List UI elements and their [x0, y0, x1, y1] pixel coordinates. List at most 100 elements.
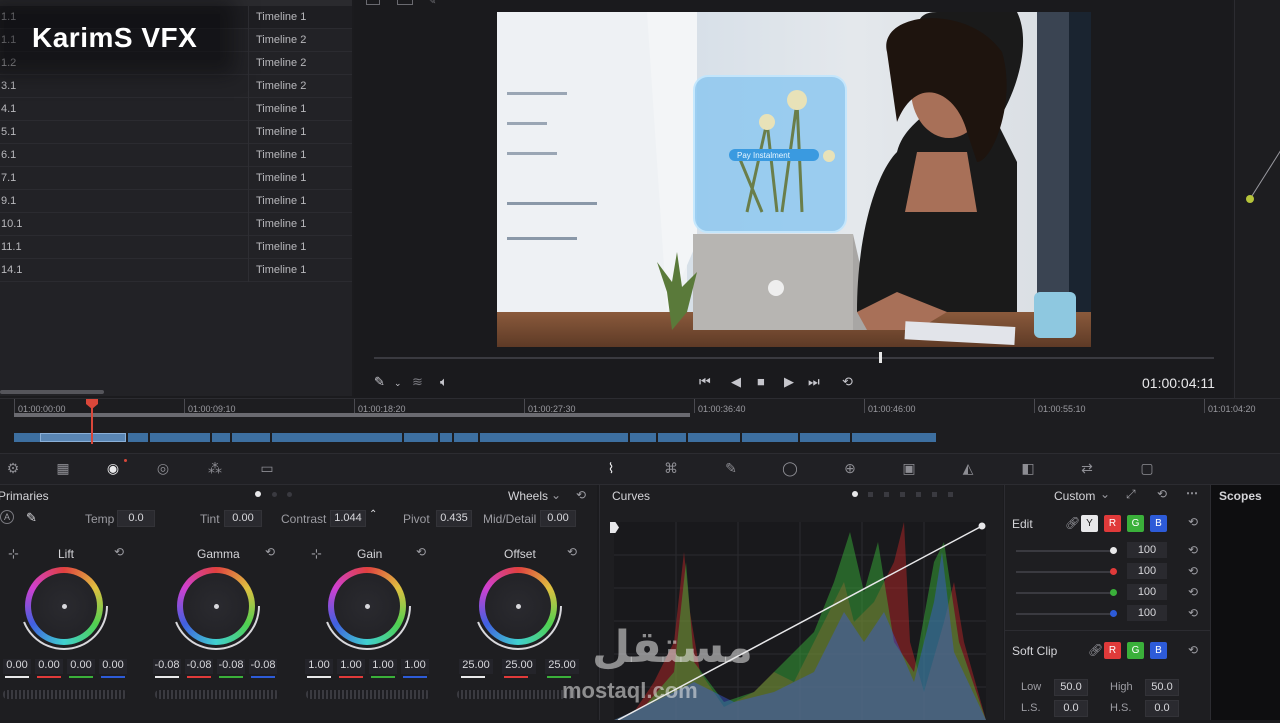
- y-intensity-slider[interactable]: [1016, 550, 1116, 552]
- gain-value-y[interactable]: 1.00: [305, 659, 333, 674]
- timeline-row[interactable]: 5.1 Timeline 1: [0, 121, 352, 144]
- play-icon[interactable]: ▶: [784, 374, 794, 390]
- timeline-range-bar[interactable]: [14, 413, 690, 417]
- more-options-icon[interactable]: ⋯: [1186, 486, 1198, 500]
- page-dot[interactable]: [272, 492, 277, 497]
- lift-color-wheel[interactable]: [20, 567, 108, 650]
- motion-effects-icon[interactable]: ▭: [258, 460, 276, 476]
- skip-to-start-icon[interactable]: ⏮︎: [699, 374, 711, 390]
- hdr-wheels-icon[interactable]: ◎: [154, 460, 172, 476]
- gamma-master-jog-wheel[interactable]: [155, 690, 279, 699]
- lift-value-g[interactable]: 0.00: [67, 659, 95, 674]
- high-field[interactable]: 50.0: [1145, 679, 1179, 696]
- viewer-layout-icon[interactable]: [366, 0, 380, 5]
- reset-icon[interactable]: ⟲: [265, 545, 275, 559]
- timeline-row[interactable]: 6.1 Timeline 1: [0, 144, 352, 167]
- stop-icon[interactable]: ■: [757, 374, 765, 389]
- blur-icon[interactable]: ◭: [959, 460, 977, 476]
- timeline-row[interactable]: 10.1 Timeline 1: [0, 213, 352, 236]
- gamma-color-wheel[interactable]: [172, 567, 260, 650]
- timeline-row[interactable]: 7.1 Timeline 1: [0, 167, 352, 190]
- color-match-icon[interactable]: ▦: [54, 460, 72, 476]
- b-intensity-field[interactable]: 100: [1127, 605, 1167, 621]
- reset-icon[interactable]: ⟲: [1188, 543, 1198, 557]
- skip-to-end-icon[interactable]: ⏭︎: [808, 374, 820, 390]
- chevron-down-icon[interactable]: ⌄: [1100, 487, 1110, 501]
- reset-icon[interactable]: ⟲: [1188, 564, 1198, 578]
- r-intensity-slider[interactable]: [1016, 571, 1116, 573]
- tint-field[interactable]: 0.00: [224, 510, 262, 527]
- gain-balance-handle[interactable]: [365, 604, 370, 609]
- auto-balance-icon[interactable]: A: [0, 510, 14, 524]
- layers-icon[interactable]: ≋: [412, 374, 423, 390]
- channel-g-toggle[interactable]: G: [1127, 515, 1144, 532]
- key-icon[interactable]: ◧: [1019, 460, 1037, 476]
- lift-value-r[interactable]: 0.00: [35, 659, 63, 674]
- gamma-value-y[interactable]: -0.08: [153, 659, 181, 674]
- lift-balance-handle[interactable]: [62, 604, 67, 609]
- selected-clip[interactable]: [40, 433, 126, 442]
- curves-icon[interactable]: ⌇: [602, 460, 620, 476]
- slider-handle[interactable]: [1110, 568, 1117, 575]
- link-icon[interactable]: 🔗︎: [1065, 516, 1080, 530]
- r-intensity-field[interactable]: 100: [1127, 563, 1167, 579]
- sizing-icon[interactable]: ⇄: [1078, 460, 1096, 476]
- softclip-b-toggle[interactable]: B: [1150, 642, 1167, 659]
- slider-handle[interactable]: [1110, 610, 1117, 617]
- primaries-wheels-icon[interactable]: ◉: [104, 460, 122, 476]
- color-warper-icon[interactable]: ⌘: [662, 460, 680, 476]
- reset-icon[interactable]: ⟲: [1157, 487, 1167, 501]
- chevron-down-icon[interactable]: ⌄: [551, 488, 561, 502]
- lift-master-jog-wheel[interactable]: [3, 690, 127, 699]
- channel-y-toggle[interactable]: Y: [1081, 515, 1098, 532]
- viewer-playhead[interactable]: [879, 352, 882, 363]
- gain-value-g[interactable]: 1.00: [369, 659, 397, 674]
- offset-value-y[interactable]: 25.00: [459, 659, 493, 674]
- chevron-up-icon[interactable]: ⌃: [369, 509, 377, 520]
- timelines-scrollbar[interactable]: [0, 390, 104, 394]
- gamma-value-g[interactable]: -0.08: [217, 659, 245, 674]
- play-reverse-icon[interactable]: ◀: [731, 374, 741, 390]
- picker-icon[interactable]: ✎: [374, 374, 385, 390]
- reset-icon[interactable]: ⟲: [1188, 606, 1198, 620]
- b-intensity-slider[interactable]: [1016, 613, 1116, 615]
- volume-icon[interactable]: 🔈︎: [440, 374, 448, 390]
- pivot-field[interactable]: 0.435: [436, 510, 472, 527]
- highlight-icon[interactable]: ✎: [428, 0, 436, 7]
- reset-icon[interactable]: ⟲: [416, 545, 426, 559]
- channel-b-toggle[interactable]: B: [1150, 515, 1167, 532]
- viewer-mode-icon[interactable]: [397, 0, 413, 5]
- gain-master-jog-wheel[interactable]: [306, 690, 430, 699]
- temp-field[interactable]: 0.0: [117, 510, 155, 527]
- gamma-balance-handle[interactable]: [214, 604, 219, 609]
- expand-icon[interactable]: ⤢: [1126, 487, 1136, 502]
- ls-field[interactable]: 0.0: [1054, 700, 1088, 717]
- timeline-row[interactable]: 4.1 Timeline 1: [0, 98, 352, 121]
- reset-icon[interactable]: ⟲: [567, 545, 577, 559]
- gain-value-b[interactable]: 1.00: [401, 659, 429, 674]
- scopes-title[interactable]: Scopes: [1219, 489, 1262, 503]
- page-dot[interactable]: [287, 492, 292, 497]
- y-intensity-field[interactable]: 100: [1127, 542, 1167, 558]
- offset-value-g[interactable]: 25.00: [545, 659, 579, 674]
- camera-raw-icon[interactable]: ⚙: [4, 460, 22, 476]
- timeline-row[interactable]: 11.1 Timeline 1: [0, 236, 352, 259]
- channel-r-toggle[interactable]: R: [1104, 515, 1121, 532]
- lift-value-y[interactable]: 0.00: [3, 659, 31, 674]
- viewer-scrubber[interactable]: [374, 357, 1214, 359]
- page-dots[interactable]: [868, 492, 958, 497]
- picker-crosshair-icon[interactable]: ⊹: [311, 546, 322, 562]
- lift-value-b[interactable]: 0.00: [99, 659, 127, 674]
- offset-balance-handle[interactable]: [516, 604, 521, 609]
- hs-field[interactable]: 0.0: [1145, 700, 1179, 717]
- qualifier-icon[interactable]: ✎: [722, 460, 740, 476]
- slider-handle[interactable]: [1110, 547, 1117, 554]
- timeline-row[interactable]: 3.1 Timeline 2: [0, 75, 352, 98]
- 3d-icon[interactable]: ▢: [1138, 460, 1156, 476]
- reset-icon[interactable]: ⟲: [114, 545, 124, 559]
- reset-icon[interactable]: ⟲: [1188, 585, 1198, 599]
- g-intensity-field[interactable]: 100: [1127, 584, 1167, 600]
- low-field[interactable]: 50.0: [1054, 679, 1088, 696]
- chevron-down-icon[interactable]: ⌄: [394, 378, 402, 389]
- gain-value-r[interactable]: 1.00: [337, 659, 365, 674]
